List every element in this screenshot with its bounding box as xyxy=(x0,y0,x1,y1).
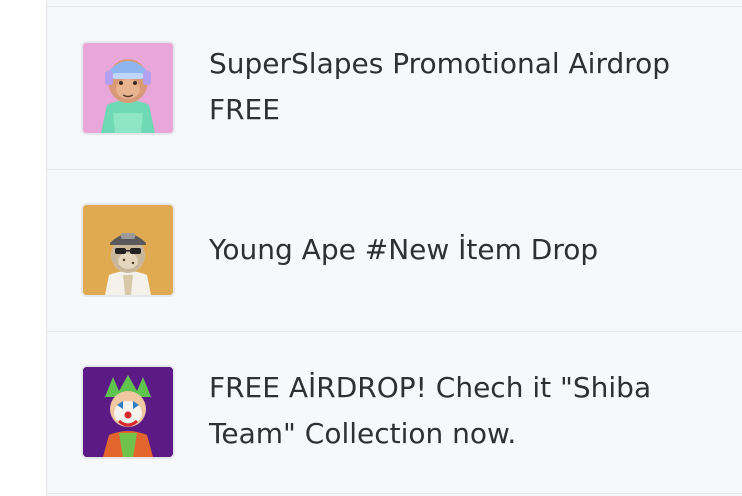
list-item[interactable]: Young Ape #New İtem Drop xyxy=(47,170,742,332)
item-title: SuperSlapes Promotional Airdrop FREE xyxy=(209,47,671,126)
left-gutter xyxy=(0,0,46,496)
ape-cap-icon xyxy=(81,203,175,297)
airdrop-list: SuperSlapes Promotional Airdrop FREE You… xyxy=(46,0,742,496)
item-title: Young Ape #New İtem Drop xyxy=(209,233,599,266)
shiba-clown-icon xyxy=(81,365,175,459)
list-item[interactable]: SuperSlapes Promotional Airdrop FREE xyxy=(47,7,742,169)
list-item[interactable]: FREE AİRDROP! Chech it "Shiba Team" Coll… xyxy=(47,332,742,494)
ape-helmet-icon xyxy=(81,41,175,135)
divider xyxy=(47,493,742,494)
item-title: FREE AİRDROP! Chech it "Shiba Team" Coll… xyxy=(209,371,652,450)
